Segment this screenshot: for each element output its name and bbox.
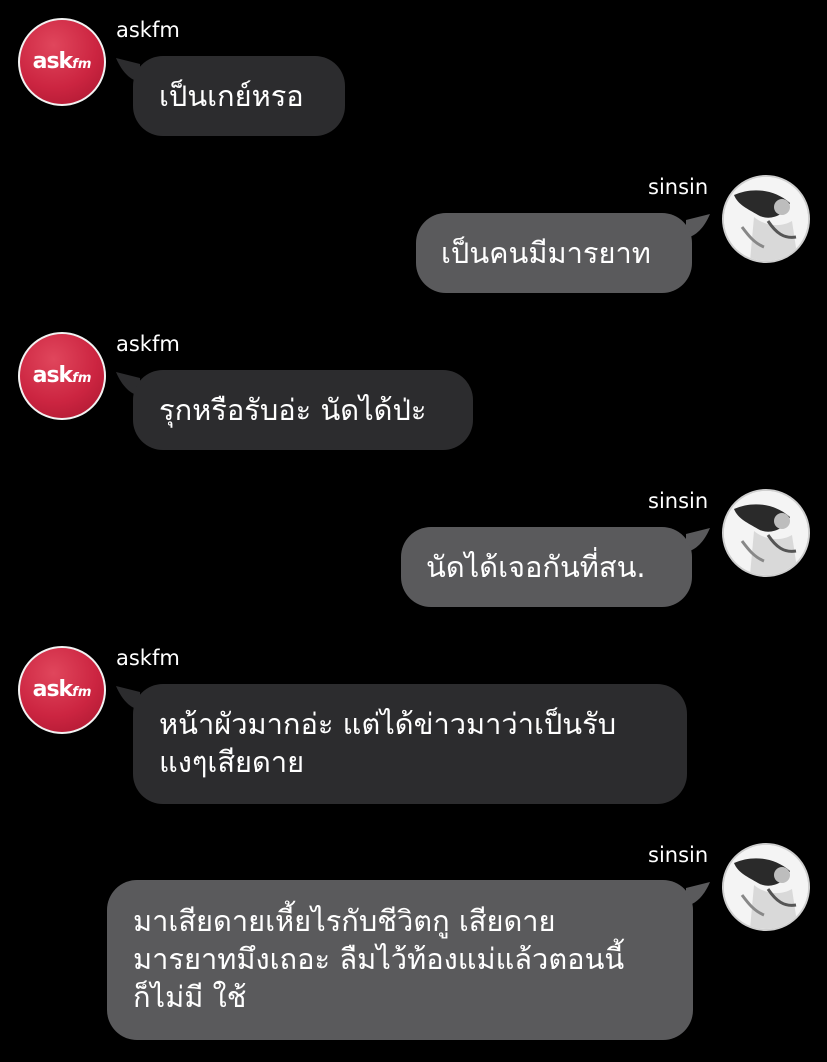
user-avatar-icon[interactable] xyxy=(722,843,810,931)
askfm-logo-icon[interactable]: askfm xyxy=(18,646,106,734)
message-bubble[interactable]: นัดได้เจอกันที่สน. xyxy=(401,527,692,607)
user-avatar-icon[interactable] xyxy=(722,175,810,263)
sender-name: askfm xyxy=(116,332,180,356)
sender-name: sinsin xyxy=(648,843,709,867)
sender-name: askfm xyxy=(116,18,180,42)
askfm-logo-icon[interactable]: askfm xyxy=(18,332,106,420)
sender-name: sinsin xyxy=(648,489,709,513)
user-photo-icon xyxy=(724,845,808,929)
message-bubble[interactable]: มาเสียดายเหี้ยไรกับชีวิตกู เสียดาย มารยา… xyxy=(107,880,693,1040)
sender-name: sinsin xyxy=(648,175,709,199)
message-bubble[interactable]: เป็นคนมีมารยาท xyxy=(416,213,692,293)
user-avatar-icon[interactable] xyxy=(722,489,810,577)
sender-name: askfm xyxy=(116,646,180,670)
askfm-logo-icon[interactable]: askfm xyxy=(18,18,106,106)
user-photo-icon xyxy=(724,177,808,261)
user-photo-icon xyxy=(724,491,808,575)
message-bubble[interactable]: รุกหรือรับอ่ะ นัดได้ป่ะ xyxy=(133,370,473,450)
message-bubble[interactable]: หน้าผัวมากอ่ะ แต่ได้ข่าวมาว่าเป็นรับ แงๆ… xyxy=(133,684,687,804)
message-bubble[interactable]: เป็นเกย์หรอ xyxy=(133,56,345,136)
